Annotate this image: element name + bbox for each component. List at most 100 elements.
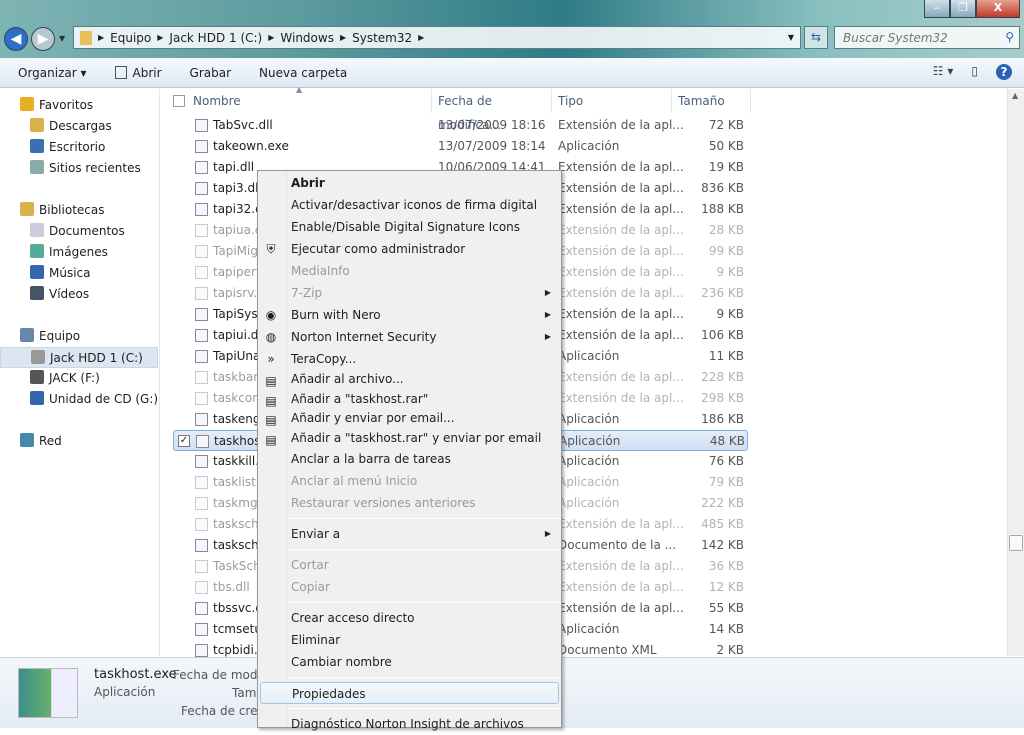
menu-item-7-zip[interactable]: 7-Zip ▶ [258,282,561,304]
nav-item-bibliotecas[interactable]: Bibliotecas [0,200,158,221]
column-date[interactable]: Fecha de modifica... [432,89,552,132]
nav-item-label: Vídeos [49,287,90,301]
maximize-button[interactable]: ❐ [950,0,976,18]
sort-ascending-icon: ▲ [296,85,303,94]
menu-item-enable-disable-digital-signature-icons[interactable]: Enable/Disable Digital Signature Icons [258,216,561,238]
column-type[interactable]: Tipo [552,89,672,113]
help-icon[interactable]: ? [996,64,1012,80]
column-headers: Nombre ▲ Fecha de modifica... Tipo Tamañ… [161,85,751,132]
file-row[interactable]: takeown.exe 13/07/2009 18:14 Aplicación 50 … [173,136,748,157]
file-type: Extensión de la apl... [558,223,684,237]
menu-item-cortar[interactable]: Cortar [258,554,561,576]
document-icon [30,223,44,237]
scroll-up-icon[interactable]: ▲ [1012,91,1018,100]
file-type: Aplicación [559,434,621,448]
vertical-scrollbar[interactable]: ▲ [1007,89,1024,656]
nav-item-vídeos[interactable]: Vídeos [0,284,158,305]
nav-item-documentos[interactable]: Documentos [0,221,158,242]
menu-item-eliminar[interactable]: Eliminar [258,629,561,651]
chevron-right-icon[interactable]: ▶ [268,33,274,42]
file-icon [195,203,208,216]
menu-item-burn-with-nero[interactable]: ◉ Burn with Nero ▶ [258,304,561,326]
nav-item-unidad-de-cd-g-ir[interactable]: Unidad de CD (G:) Ir [0,389,158,410]
nav-item-escritorio[interactable]: Escritorio [0,137,158,158]
address-dropdown-icon[interactable]: ▼ [788,33,794,42]
nav-item-jack-f-[interactable]: JACK (F:) [0,368,158,389]
menu-item-propiedades[interactable]: Propiedades [260,682,559,704]
chevron-right-icon[interactable]: ▶ [418,33,424,42]
menu-item-norton-internet-security[interactable]: ◍ Norton Internet Security ▶ [258,326,561,348]
file-name: TapiUna [213,349,261,363]
menu-item-an-adir-y-enviar-por-email[interactable]: ▤ Añadir y enviar por email... [258,409,561,429]
preview-pane-icon[interactable]: ▯ [971,64,978,80]
chevron-right-icon[interactable]: ▶ [340,33,346,42]
nav-item-equipo[interactable]: Equipo [0,326,158,347]
close-button[interactable]: X [976,0,1020,18]
refresh-button[interactable]: ⇆ [804,26,828,49]
minimize-button[interactable]: ‒ [924,0,950,18]
nav-item-red[interactable]: Red [0,431,158,452]
nav-item-label: Jack HDD 1 (C:) [50,351,143,365]
menu-item-crear-acceso-directo[interactable]: Crear acceso directo [258,607,561,629]
nav-item-música[interactable]: Música [0,263,158,284]
row-checkbox[interactable]: ✓ [178,435,190,447]
menu-item-anclar-al-menu-inicio[interactable]: Anclar al menú Inicio [258,470,561,492]
menu-item-ejecutar-como-administrador[interactable]: ⛨ Ejecutar como administrador [258,238,561,260]
address-bar[interactable]: ▶ Equipo ▶ Jack HDD 1 (C:) ▶ Windows ▶ S… [73,26,801,49]
scrollbar-thumb[interactable] [1009,535,1023,551]
menu-item-restaurar-versiones-anteriores[interactable]: Restaurar versiones anteriores [258,492,561,514]
nav-item-favoritos[interactable]: Favoritos [0,95,158,116]
new-folder-button[interactable]: Nueva carpeta [249,66,357,80]
menu-item-activar-desactivar-iconos-de-firma-digital[interactable]: Activar/desactivar iconos de firma digit… [258,194,561,216]
menu-item-abrir[interactable]: Abrir [258,172,561,194]
file-icon [195,602,208,615]
file-icon [195,392,208,405]
forward-button[interactable]: ▶ [31,27,55,51]
search-icon[interactable]: ⚲ [1005,30,1014,44]
nav-item-imágenes[interactable]: Imágenes [0,242,158,263]
search-input[interactable]: Buscar System32 ⚲ [834,26,1020,49]
breadcrumb-windows[interactable]: Windows [280,31,334,45]
file-name: tapiperf. [213,265,264,279]
chevron-right-icon[interactable]: ▶ [98,33,104,42]
breadcrumb-drive[interactable]: Jack HDD 1 (C:) [169,31,262,45]
file-size: 298 KB [701,391,744,405]
menu-item-label: 7-Zip [291,286,323,300]
nav-item-sitios-recientes[interactable]: Sitios recientes [0,158,158,179]
menu-item-copiar[interactable]: Copiar [258,576,561,598]
menu-item-cambiar-nombre[interactable]: Cambiar nombre [258,651,561,673]
menu-item-an-adir-a-taskhost-rar[interactable]: ▤ Añadir a "taskhost.rar" [258,390,561,410]
file-size: 236 KB [701,286,744,300]
nav-item-label: Red [39,434,62,448]
file-row[interactable]: TabSvc.dll 13/07/2009 18:16 Extensión de l… [173,115,748,136]
menu-item-mediainfo[interactable]: MediaInfo [258,260,561,282]
nav-item-descargas[interactable]: Descargas [0,116,158,137]
organize-button[interactable]: Organizar ▾ [8,66,97,80]
chevron-right-icon[interactable]: ▶ [157,33,163,42]
open-button[interactable]: Abrir [105,65,172,80]
menu-item-anclar-a-la-barra-de-tareas[interactable]: Anclar a la barra de tareas [258,448,561,470]
view-options-icon[interactable]: ☷ ▾ [933,64,954,80]
file-type: Extensión de la apl... [558,391,684,405]
burn-button[interactable]: Grabar [180,66,242,80]
menu-item-teracopy[interactable]: » TeraCopy... [258,348,561,370]
select-all-checkbox[interactable] [173,95,185,107]
menu-item-enviar-a[interactable]: Enviar a ▶ [258,523,561,545]
file-icon [195,371,208,384]
menu-item-diagno-stico-norton-insight-de-archivos[interactable]: Diagnóstico Norton Insight de archivos [258,713,561,735]
menu-item-label: Eliminar [291,633,341,647]
column-size[interactable]: Tamaño [672,89,751,113]
winrar-icon: ▤ [265,393,277,408]
menu-separator [288,549,559,550]
open-icon [114,65,127,79]
file-icon [195,140,208,153]
menu-item-label: MediaInfo [291,264,350,278]
nav-item-jack-hdd-1-c-[interactable]: Jack HDD 1 (C:) [0,347,158,368]
breadcrumb-system32[interactable]: System32 [352,31,412,45]
menu-item-an-adir-a-taskhost-rar-y-enviar-por-email[interactable]: ▤ Añadir a "taskhost.rar" y enviar por em… [258,429,561,449]
menu-item-an-adir-al-archivo[interactable]: ▤ Añadir al archivo... [258,370,561,390]
recent-pages-chevron-icon[interactable]: ▼ [59,34,65,43]
back-button[interactable]: ◀ [4,27,28,51]
breadcrumb-equipo[interactable]: Equipo [110,31,151,45]
file-type: Extensión de la apl... [558,370,684,384]
